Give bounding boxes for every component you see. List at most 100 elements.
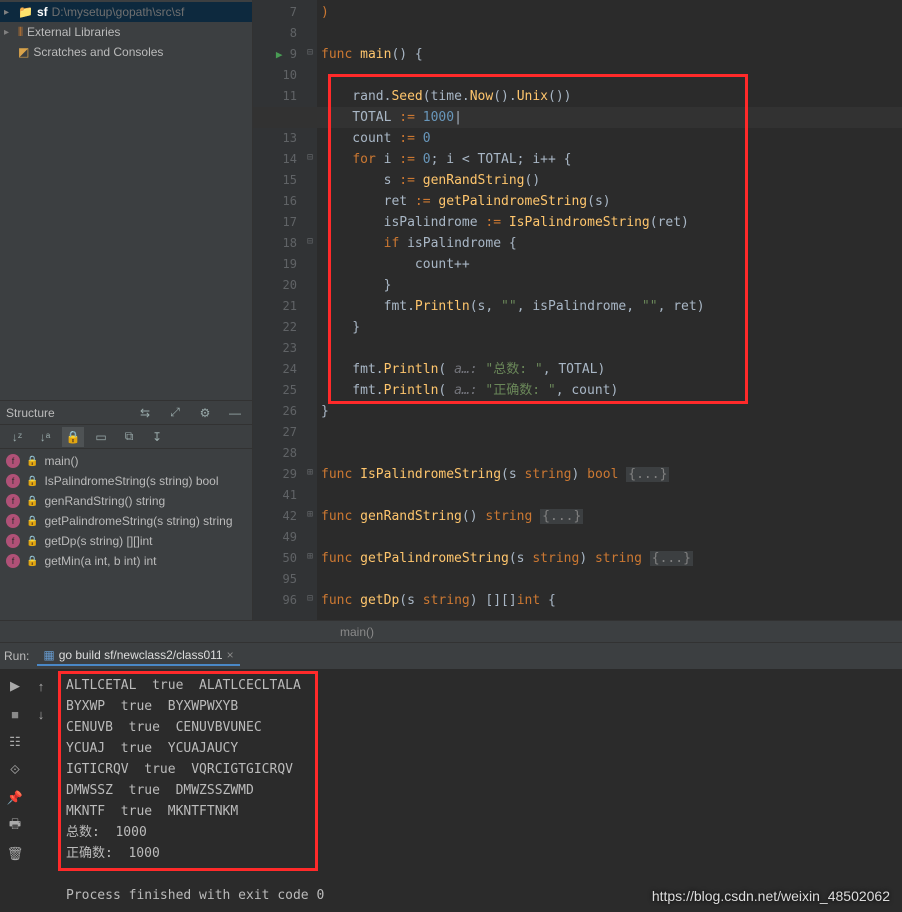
lock-icon: 🔒 <box>26 476 38 487</box>
sort-icon[interactable]: ↓ᶻ <box>6 427 28 447</box>
code-line[interactable]: rand.Seed(time.Now().Unix()) <box>321 86 898 107</box>
code-line[interactable]: func genRandString() string {...} <box>321 506 898 527</box>
code-line[interactable]: count := 0 <box>321 128 898 149</box>
trash-icon[interactable]: 🗑 <box>4 843 26 865</box>
lock-icon: 🔒 <box>26 516 38 527</box>
external-libraries[interactable]: ▸ ⫴ External Libraries <box>0 22 252 42</box>
fold-marker[interactable]: ⊞ <box>303 504 317 525</box>
structure-item[interactable]: f🔒getMin(a int, b int) int <box>0 551 252 571</box>
code-line[interactable] <box>321 443 898 464</box>
code-line[interactable]: func getPalindromeString(s string) strin… <box>321 548 898 569</box>
lock-icon: 🔒 <box>26 536 38 547</box>
fold-marker[interactable]: ⊟ <box>303 231 317 252</box>
caret-icon: ▸ <box>4 7 14 18</box>
code-line[interactable]: } <box>321 317 898 338</box>
code-line[interactable]: count++ <box>321 254 898 275</box>
editor-gutter[interactable]: 78▶ 910111213141516171819202122232425262… <box>253 0 303 620</box>
structure-item-label: getPalindromeString(s string) string <box>44 514 232 528</box>
run-tab[interactable]: ▦ go build sf/newclass2/class011 × <box>37 646 239 666</box>
gear-icon[interactable]: ⚙ <box>194 403 216 423</box>
project-tree[interactable]: ▸ 📁 sf D:\mysetup\gopath\src\sf ▸ ⫴ Exte… <box>0 0 252 400</box>
fold-marker[interactable]: ⊞ <box>303 462 317 483</box>
function-icon: f <box>6 474 20 488</box>
code-line[interactable]: func getDp(s string) [][]int { <box>321 590 898 611</box>
code-line[interactable]: ret := getPalindromeString(s) <box>321 191 898 212</box>
project-root[interactable]: ▸ 📁 sf D:\mysetup\gopath\src\sf <box>0 2 252 22</box>
code-area[interactable]: ) func main() { rand.Seed(time.Now().Unix… <box>317 0 902 620</box>
code-line[interactable]: isPalindrome := IsPalindromeString(ret) <box>321 212 898 233</box>
caret-icon: ▸ <box>4 27 14 38</box>
fold-marker <box>303 189 317 210</box>
function-icon: f <box>6 534 20 548</box>
pin-icon[interactable]: 📌 <box>4 787 26 809</box>
library-icon: ⫴ <box>18 25 23 40</box>
fold-marker[interactable]: ⊞ <box>303 546 317 567</box>
stop-icon[interactable]: ■ <box>4 703 26 725</box>
breadcrumb[interactable]: main() <box>340 625 374 639</box>
structure-item-label: genRandString() string <box>44 494 165 508</box>
code-line[interactable]: func IsPalindromeString(s string) bool {… <box>321 464 898 485</box>
code-line[interactable]: func main() { <box>321 44 898 65</box>
lock-icon: 🔒 <box>26 496 38 507</box>
close-icon[interactable]: × <box>227 648 234 662</box>
scratches-consoles[interactable]: ◩ Scratches and Consoles <box>0 42 252 62</box>
structure-item[interactable]: f 🔒 getPalindromeString(s string) string <box>0 511 252 531</box>
print-icon[interactable]: 🖶 <box>4 815 26 837</box>
config-icon[interactable]: ⟐ <box>4 759 26 781</box>
structure-item[interactable]: f🔒genRandString() string <box>0 491 252 511</box>
more-icon[interactable]: ↧ <box>146 427 168 447</box>
expand-icon[interactable]: ⇆ <box>134 403 156 423</box>
down-icon[interactable]: ↓ <box>30 703 52 725</box>
scratch-icon: ◩ <box>18 45 29 59</box>
function-icon: f <box>6 514 20 528</box>
structure-item-label: getMin(a int, b int) int <box>44 554 156 568</box>
run-gutter-icon[interactable]: ▶ <box>276 48 283 61</box>
up-icon[interactable]: ↑ <box>30 675 52 697</box>
code-line[interactable]: for i := 0; i < TOTAL; i++ { <box>321 149 898 170</box>
code-line[interactable]: fmt.Println(s, "", isPalindrome, "", ret… <box>321 296 898 317</box>
fold-marker <box>303 0 317 21</box>
code-line[interactable] <box>321 527 898 548</box>
fold-marker <box>303 441 317 462</box>
fold-marker[interactable]: ⊟ <box>303 588 317 609</box>
code-line[interactable]: if isPalindrome { <box>321 233 898 254</box>
lock-icon[interactable]: 🔒 <box>62 427 84 447</box>
structure-item[interactable]: f 🔒 getDp(s string) [][]int <box>0 531 252 551</box>
fold-marker <box>303 21 317 42</box>
code-line[interactable] <box>321 338 898 359</box>
code-line[interactable] <box>321 569 898 590</box>
structure-item-label: getDp(s string) [][]int <box>44 534 152 548</box>
structure-item[interactable]: f 🔒 IsPalindromeString(s string) bool <box>0 471 252 491</box>
external-libraries-label: External Libraries <box>27 25 120 39</box>
function-icon: f <box>6 554 20 568</box>
structure-item-label: IsPalindromeString(s string) bool <box>44 474 218 488</box>
fold-marker <box>303 315 317 336</box>
hide-icon[interactable]: — <box>224 403 246 423</box>
console-output[interactable]: ALTLCETAL true ALATLCECLTALA BYXWP true … <box>56 669 902 912</box>
layout-icon[interactable]: ☷ <box>4 731 26 753</box>
code-line[interactable]: s := genRandString() <box>321 170 898 191</box>
code-line[interactable]: fmt.Println( a…: "正确数: ", count) <box>321 380 898 401</box>
code-line[interactable]: } <box>321 275 898 296</box>
code-line[interactable] <box>321 23 898 44</box>
code-line[interactable]: TOTAL := 1000| <box>321 107 898 128</box>
structure-item[interactable]: f🔒main() <box>0 451 252 471</box>
fold-marker[interactable]: ⊟ <box>303 147 317 168</box>
code-line[interactable]: fmt.Println( a…: "总数: ", TOTAL) <box>321 359 898 380</box>
fold-column[interactable]: ⊟💡⊟⊟⊞⊞⊞⊟ <box>303 0 317 620</box>
layout-icon[interactable]: ⧉ <box>118 427 140 447</box>
fold-marker <box>303 84 317 105</box>
code-line[interactable] <box>321 422 898 443</box>
code-line[interactable]: ) <box>321 2 898 23</box>
sort2-icon[interactable]: ↓ᵃ <box>34 427 56 447</box>
filter-icon[interactable]: ▭ <box>90 427 112 447</box>
code-line[interactable]: } <box>321 401 898 422</box>
console-section: Run: ▦ go build sf/newclass2/class011 × … <box>0 642 902 912</box>
collapse-icon[interactable]: ⤢ <box>164 403 186 423</box>
code-line[interactable] <box>321 65 898 86</box>
breadcrumb-bar: main() <box>0 620 902 642</box>
code-line[interactable] <box>321 485 898 506</box>
fold-marker[interactable]: ⊟ <box>303 42 317 63</box>
fold-marker <box>303 399 317 420</box>
rerun-icon[interactable]: ▶ <box>4 675 26 697</box>
